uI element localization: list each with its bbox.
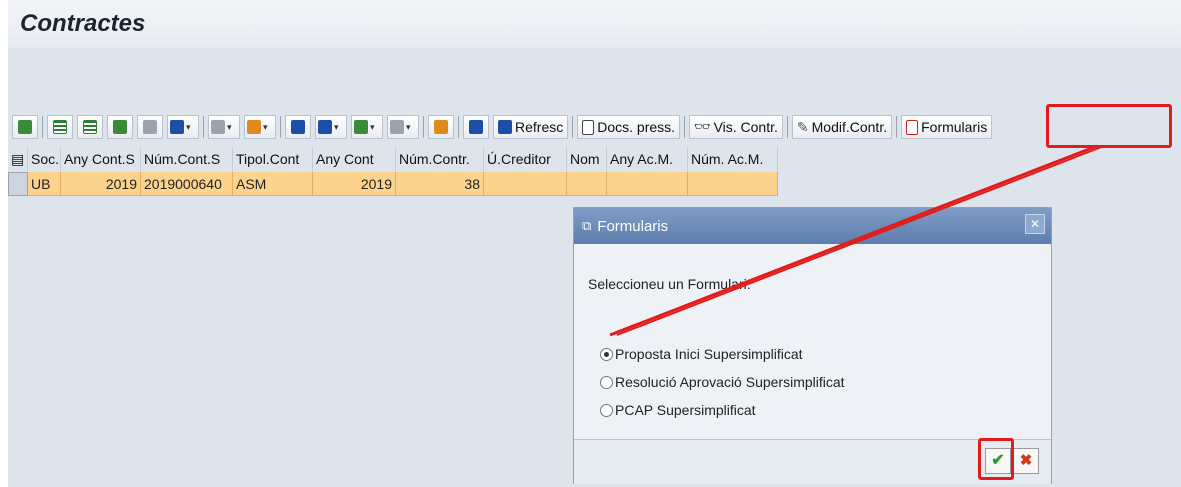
- column-header[interactable]: Any Ac.M.: [607, 147, 688, 171]
- separator: [572, 116, 574, 138]
- find-next-button[interactable]: [137, 115, 163, 139]
- sort-asc-icon: [53, 120, 67, 134]
- separator: [423, 116, 424, 138]
- filter-icon: [170, 120, 184, 134]
- separator: [458, 116, 459, 138]
- sort-ascending-button[interactable]: [47, 115, 73, 139]
- column-header[interactable]: Núm.Contr.: [396, 147, 484, 171]
- graphic-button[interactable]: [428, 115, 454, 139]
- modify-contract-button[interactable]: ✎ Modif.Contr.: [791, 115, 893, 139]
- dialog-title: Formularis: [597, 217, 669, 235]
- views-icon: [318, 120, 332, 134]
- chart-icon: [434, 120, 448, 134]
- radio-label: Resolució Aprovació Supersimplificat: [615, 374, 845, 390]
- table-cell[interactable]: UB: [28, 172, 61, 196]
- window-icon: ⧉: [582, 218, 592, 233]
- radio-icon[interactable]: [600, 403, 613, 417]
- table-cell[interactable]: [484, 172, 567, 196]
- details-button[interactable]: [12, 115, 38, 139]
- glasses-icon: 👓︎: [694, 119, 711, 134]
- header-band: [8, 48, 1181, 100]
- subtotal-button[interactable]: ▾: [244, 115, 276, 139]
- alv-toolbar: ▾ ▾ ▾ ▾ ▾ ▾ Refresc Docs. press. 👓︎ Vis. …: [8, 112, 1181, 142]
- table-cell[interactable]: 2019000640: [141, 172, 233, 196]
- page-title: Contractes: [20, 10, 146, 37]
- separator: [42, 116, 43, 138]
- layout-corner-icon[interactable]: ▤: [8, 147, 28, 171]
- separator: [786, 116, 788, 138]
- forms-label: Formularis: [921, 119, 988, 135]
- views-button[interactable]: ▾: [315, 115, 347, 139]
- print-button[interactable]: [285, 115, 311, 139]
- vis-label: Vis. Contr.: [713, 119, 778, 135]
- radio-selected-icon[interactable]: [600, 347, 613, 361]
- table-cell[interactable]: [567, 172, 607, 196]
- table-cell[interactable]: ASM: [233, 172, 313, 196]
- cancel-x-icon: ✖: [1019, 452, 1033, 469]
- highlight-forms-button: [1046, 104, 1172, 148]
- highlight-confirm-button: [978, 438, 1014, 480]
- docs-press-button[interactable]: Docs. press.: [577, 115, 681, 139]
- export-button[interactable]: ▾: [351, 115, 383, 139]
- dialog-title-bar[interactable]: ⧉ Formularis: [574, 208, 1051, 244]
- sort-desc-icon: [83, 120, 97, 134]
- info-button[interactable]: [463, 115, 489, 139]
- view-contract-button[interactable]: 👓︎ Vis. Contr.: [689, 115, 783, 139]
- separator: [684, 116, 686, 138]
- sigma-icon: [211, 120, 225, 134]
- refresh-button[interactable]: Refresc: [493, 115, 569, 139]
- close-icon[interactable]: ✕: [1025, 214, 1045, 234]
- find-button[interactable]: [107, 115, 133, 139]
- radio-label: Proposta Inici Supersimplificat: [615, 346, 803, 362]
- separator: [896, 116, 898, 138]
- separator: [203, 116, 204, 138]
- column-header[interactable]: Nom: [567, 147, 607, 171]
- radio-option-proposta[interactable]: Proposta Inici Supersimplificat: [600, 346, 803, 362]
- refresh-icon: [498, 120, 512, 134]
- radio-label: PCAP Supersimplificat: [615, 402, 756, 418]
- radio-option-pcap[interactable]: PCAP Supersimplificat: [600, 402, 756, 418]
- table-cell[interactable]: 38: [396, 172, 484, 196]
- magnifier-icon: [18, 120, 32, 134]
- title-bar: Contractes: [8, 0, 1181, 48]
- export-icon: [354, 120, 368, 134]
- column-header[interactable]: Ú.Creditor: [484, 147, 567, 171]
- column-header[interactable]: Any Cont: [313, 147, 396, 171]
- column-header[interactable]: Soc.: [28, 147, 61, 171]
- subtotal-icon: [247, 120, 261, 134]
- layout-grid-icon: [390, 120, 404, 134]
- layout-button[interactable]: ▾: [387, 115, 419, 139]
- grid-header: ▤ Soc. Any Cont.S Núm.Cont.S Tipol.Cont …: [8, 147, 778, 171]
- table-cell[interactable]: 2019: [313, 172, 396, 196]
- sort-descending-button[interactable]: [77, 115, 103, 139]
- column-header[interactable]: Tipol.Cont: [233, 147, 313, 171]
- modif-label: Modif.Contr.: [811, 119, 888, 135]
- separator: [280, 116, 281, 138]
- table-cell[interactable]: [688, 172, 778, 196]
- docs-label: Docs. press.: [597, 119, 676, 135]
- table-row[interactable]: UB 2019 2019000640 ASM 2019 38: [8, 172, 778, 196]
- printer-icon: [291, 120, 305, 134]
- document-icon: [582, 119, 595, 135]
- column-header[interactable]: Núm. Ac.M.: [688, 147, 778, 171]
- pdf-icon: [906, 119, 919, 135]
- column-header[interactable]: Núm.Cont.S: [141, 147, 233, 171]
- forms-button[interactable]: Formularis: [901, 115, 993, 139]
- row-selector[interactable]: [8, 172, 28, 196]
- sum-button[interactable]: ▾: [208, 115, 240, 139]
- radio-icon[interactable]: [600, 375, 613, 389]
- column-header[interactable]: Any Cont.S: [61, 147, 141, 171]
- dialog-prompt: Seleccioneu un Formulari:: [588, 276, 751, 292]
- radio-option-resolucio[interactable]: Resolució Aprovació Supersimplificat: [600, 374, 845, 390]
- cancel-button[interactable]: ✖: [1013, 448, 1039, 474]
- pencil-icon: ✎: [796, 118, 809, 135]
- table-cell[interactable]: 2019: [61, 172, 141, 196]
- info-icon: [469, 120, 483, 134]
- table-cell[interactable]: [607, 172, 688, 196]
- filter-button[interactable]: ▾: [167, 115, 199, 139]
- refresh-label: Refresc: [515, 119, 564, 135]
- binoculars-next-icon: [143, 120, 157, 134]
- binoculars-icon: [113, 120, 127, 134]
